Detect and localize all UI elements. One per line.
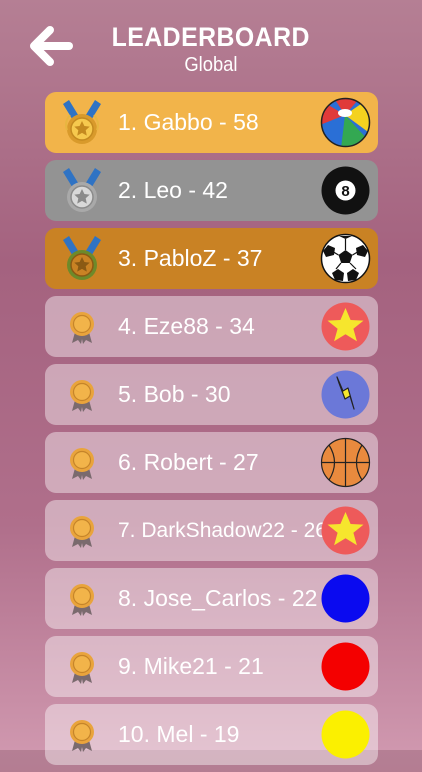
medal-icon <box>70 312 94 344</box>
svg-text:8: 8 <box>341 183 349 200</box>
medal-icon <box>70 720 94 752</box>
player-entry-label: 7. DarkShadow22 - 26 <box>118 519 327 542</box>
player-entry-label: 9. Mike21 - 21 <box>118 653 264 679</box>
red-ball-icon <box>321 642 370 691</box>
leaderboard-row[interactable]: 2. Leo - 42 8 <box>45 160 378 221</box>
eight-ball-icon: 8 <box>321 166 370 215</box>
star-ball-icon <box>321 302 370 351</box>
medal-icon <box>70 380 94 412</box>
bronze-medal-icon <box>63 236 101 280</box>
leaderboard-row[interactable]: 1. Gabbo - 58 <box>45 92 378 153</box>
leaderboard-row[interactable]: 7. DarkShadow22 - 26 <box>45 500 378 561</box>
leaderboard-row[interactable]: 10. Mel - 19 <box>45 704 378 765</box>
lightning-ball-icon <box>321 370 370 419</box>
medal-icon <box>70 516 94 548</box>
page-subtitle: Global <box>184 54 238 76</box>
leaderboard-row[interactable]: 4. Eze88 - 34 <box>45 296 378 357</box>
medal-icon <box>70 652 94 684</box>
gold-medal-icon <box>63 100 101 144</box>
player-entry-label: 8. Jose_Carlos - 22 <box>118 585 318 611</box>
medal-icon <box>70 584 94 616</box>
player-entry-label: 3. PabloZ - 37 <box>118 245 263 271</box>
player-entry-label: 6. Robert - 27 <box>118 449 259 475</box>
player-entry-label: 4. Eze88 - 34 <box>118 313 255 339</box>
leaderboard-row[interactable]: 8. Jose_Carlos - 22 <box>45 568 378 629</box>
basketball-icon <box>320 437 371 488</box>
leaderboard-row[interactable]: 6. Robert - 27 <box>45 432 378 493</box>
yellow-ball-icon <box>321 710 370 759</box>
page-title: LEADERBOARD <box>111 22 311 52</box>
player-entry-label: 5. Bob - 30 <box>118 381 231 407</box>
player-entry-label: 10. Mel - 19 <box>118 721 240 747</box>
leaderboard-row[interactable]: 9. Mike21 - 21 <box>45 636 378 697</box>
soccer-ball-icon <box>320 233 371 284</box>
star-ball-icon <box>321 506 370 555</box>
leaderboard-row[interactable]: 5. Bob - 30 <box>45 364 378 425</box>
silver-medal-icon <box>63 168 101 212</box>
beach-ball-icon <box>320 97 371 148</box>
player-entry-label: 1. Gabbo - 58 <box>118 109 259 135</box>
medal-icon <box>70 448 94 480</box>
blue-ball-icon <box>321 574 370 623</box>
leaderboard-list: 1. Gabbo - 58 2. Leo - 42 8 3. PabloZ - … <box>45 92 378 772</box>
player-entry-label: 2. Leo - 42 <box>118 177 228 203</box>
header: LEADERBOARD Global <box>0 0 422 90</box>
leaderboard-row[interactable]: 3. PabloZ - 37 <box>45 228 378 289</box>
